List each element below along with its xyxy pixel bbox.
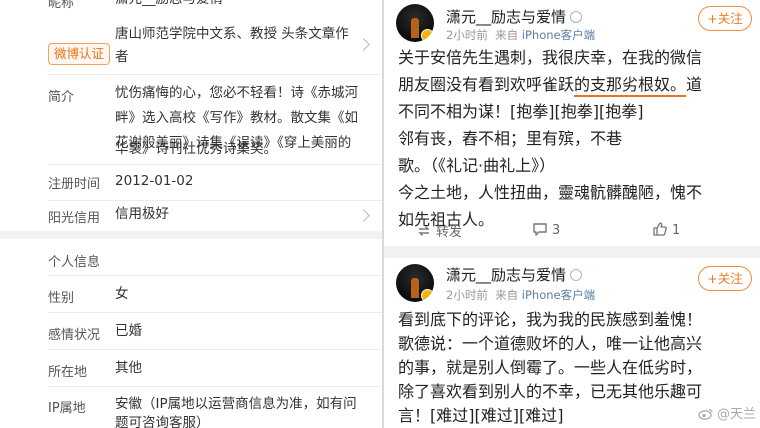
post-text: 邻有丧，舂不相；里有殡，不巷 <box>398 129 623 148</box>
intro-line: 华裳》诗刊社优秀诗集奖。 <box>115 141 277 157</box>
avatar-figure <box>411 18 419 38</box>
comment-button[interactable]: 3 <box>532 221 560 238</box>
post-meta: 2小时前 来自 iPhone客户端 <box>446 27 595 43</box>
intro-row-cont: 华裳》诗刊社优秀诗集奖。 <box>0 141 382 164</box>
credit-value: 信用极好 <box>115 206 169 222</box>
watermark: @天兰 <box>698 403 756 422</box>
post-time: 2小时前 <box>446 28 488 42</box>
ip-label: IP属地 <box>48 401 86 416</box>
post-text: 不同不相为谋！[抱拳][抱拳][抱拳] <box>398 102 644 121</box>
follow-button[interactable]: +关注 <box>698 6 752 31</box>
post-line: 今之土地，人性扭曲，靈魂骯髒醜陋，愧不 <box>398 179 750 206</box>
nickname-label: 昵称 <box>48 0 75 11</box>
post-line: 朋友圈没有看到欢呼雀跃的支那劣根奴。道 <box>398 71 750 98</box>
section-separator <box>0 231 382 239</box>
location-value: 其他 <box>115 360 142 376</box>
post-body: 关于安倍先生遇刺，我很庆幸，在我的微信 朋友圈没有看到欢呼雀跃的支那劣根奴。道 … <box>398 44 750 233</box>
post-line: 看到底下的评论，我为我的民族感到羞愧！ <box>398 310 703 329</box>
post-time: 2小时前 <box>446 288 488 302</box>
post-source[interactable]: iPhone客户端 <box>522 28 595 42</box>
post-meta: 2小时前 来自 iPhone客户端 <box>446 287 595 303</box>
registration-row: 注册时间 2012-01-02 <box>0 165 382 200</box>
post-text: 今之土地，人性扭曲，靈魂骯髒醜陋，愧不 <box>398 183 703 202</box>
registration-value: 2012-01-02 <box>115 173 194 189</box>
verified-value-line2: 者 <box>115 49 129 65</box>
post-username[interactable]: 潇元__励志与爱情 <box>446 264 583 285</box>
relationship-label: 感情状况 <box>48 328 101 343</box>
nickname-row: 昵称 潇元__励志与爱情 <box>0 0 382 16</box>
chevron-right-icon <box>357 209 370 222</box>
post-username[interactable]: 潇元__励志与爱情 <box>446 6 583 27</box>
thumbs-up-icon <box>653 222 667 236</box>
avatar[interactable] <box>396 4 434 42</box>
medal-icon <box>570 11 583 23</box>
ip-row: IP属地 安徽（IP属地以运营商信息为准，如有问 题可咨询客服） <box>0 387 382 428</box>
intro-line: 忧伤痛悔的心，您必不轻看！诗《赤城河 <box>115 85 358 101</box>
verified-value-line1: 唐山师范学院中文系、教授 头条文章作 <box>115 26 349 42</box>
post-actions: 转发 3 1 <box>384 216 760 246</box>
personal-info-header: 个人信息 <box>0 239 382 275</box>
credit-label: 阳光信用 <box>48 211 101 226</box>
post-line: 歌德说：一个道德败坏的人，唯一让他高兴 <box>398 334 703 353</box>
weibo-logo-icon <box>698 408 713 420</box>
post-line: 的事，就是别人倒霉了。一些人在低劣时， <box>398 358 703 377</box>
like-count: 1 <box>672 223 681 238</box>
location-row: 所在地 其他 <box>0 350 382 386</box>
verified-v-icon <box>421 289 434 302</box>
intro-label: 简介 <box>48 90 75 105</box>
post-text: 道 <box>686 75 703 94</box>
follow-button[interactable]: +关注 <box>698 266 752 291</box>
username-text: 潇元__励志与爱情 <box>446 266 567 284</box>
comment-count: 3 <box>552 223 561 238</box>
registration-label: 注册时间 <box>48 177 101 192</box>
post-line: 歌。（《礼记·曲礼上》） <box>398 152 750 179</box>
post-line: 邻有丧，舂不相；里有殡，不巷 <box>398 125 750 152</box>
post-line: 除了喜欢看到别人的不幸，已无其他乐趣可 <box>398 382 703 401</box>
post-line: 关于安倍先生遇刺，我很庆幸，在我的微信 <box>398 44 750 71</box>
like-button[interactable]: 1 <box>652 221 680 238</box>
credit-row[interactable]: 阳光信用 信用极好 <box>0 201 382 229</box>
location-label: 所在地 <box>48 365 88 380</box>
medal-icon <box>570 269 583 281</box>
weibo-feed-panel: 潇元__励志与爱情 2小时前 来自 iPhone客户端 +关注 关于安倍先生遇刺… <box>382 0 760 428</box>
post-line: 不同不相为谋！[抱拳][抱拳][抱拳] <box>398 98 750 125</box>
post-text: 朋友圈没有看到欢呼雀跃 <box>398 75 575 94</box>
comment-icon <box>533 223 547 236</box>
profile-detail-panel: 昵称 潇元__励志与爱情 微博认证 唐山师范学院中文系、教授 头条文章作 者 简… <box>0 0 382 428</box>
post-source[interactable]: iPhone客户端 <box>522 288 595 302</box>
repost-icon <box>418 226 430 236</box>
avatar[interactable] <box>396 264 434 302</box>
repost-label: 转发 <box>436 225 463 240</box>
underlined-text: 的支那劣根奴。 <box>574 75 687 97</box>
post-text: 关于安倍先生遇刺，我很庆幸，在我的微信 <box>398 48 703 67</box>
gender-label: 性别 <box>48 291 75 306</box>
source-prefix: 来自 <box>495 288 519 302</box>
verified-v-icon <box>421 29 434 42</box>
avatar-figure <box>411 278 419 298</box>
ip-value-line2: 题可咨询客服） <box>115 415 210 428</box>
post-text: 歌。（《礼记·曲礼上》） <box>398 156 556 175</box>
relationship-value: 已婚 <box>115 323 142 339</box>
gender-row: 性别 女 <box>0 276 382 312</box>
repost-button[interactable]: 转发 <box>416 221 462 240</box>
post-separator <box>384 246 760 258</box>
verified-row[interactable]: 微博认证 唐山师范学院中文系、教授 头条文章作 者 <box>0 16 382 74</box>
username-text: 潇元__励志与爱情 <box>446 8 567 26</box>
nickname-value: 潇元__励志与爱情 <box>115 0 223 12</box>
personal-info-title: 个人信息 <box>48 255 101 270</box>
source-prefix: 来自 <box>495 28 519 42</box>
watermark-text: @天兰 <box>716 407 756 422</box>
verified-badge: 微博认证 <box>48 43 111 65</box>
chevron-right-icon <box>357 38 370 51</box>
intro-line: 畔》选入高校《写作》教材。散文集《如 <box>115 110 358 126</box>
gender-value: 女 <box>115 286 129 302</box>
relationship-row: 感情状况 已婚 <box>0 313 382 349</box>
